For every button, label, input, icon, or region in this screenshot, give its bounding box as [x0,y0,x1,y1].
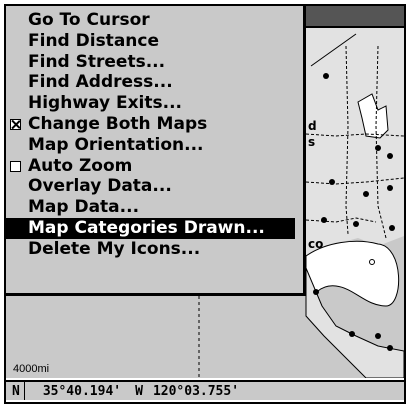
checkbox-checked-icon[interactable] [10,118,21,130]
menu-item-label: Map Categories Drawn... [28,217,265,238]
menu-item-find-address[interactable]: Find Address... [6,72,303,93]
menu-item-map-data[interactable]: Map Data... [6,197,303,218]
longitude-hemisphere: W [135,383,143,399]
position-status-bar: N 35°40.194' W 120°03.755' [6,380,404,400]
gps-screen: d s co 4000mi Go To Cursor Find Distance… [0,0,412,410]
map-title-bar [298,6,404,28]
menu-item-label: Highway Exits... [28,93,183,114]
menu-item-label: Map Orientation... [28,134,204,155]
menu-item-label: Delete My Icons... [28,238,201,259]
menu-item-map-categories-drawn[interactable]: Map Categories Drawn... [6,217,295,239]
menu-item-highway-exits[interactable]: Highway Exits... [6,93,303,114]
menu-item-change-both-maps[interactable]: Change Both Maps [6,114,303,135]
menu-item-auto-zoom[interactable]: Auto Zoom [6,156,303,177]
menu-item-label: Change Both Maps [28,113,208,134]
menu-item-label: Overlay Data... [28,176,172,197]
menu-item-label: Go To Cursor [28,10,150,30]
menu-item-label: Map Data... [28,197,140,218]
latitude-value: 35°40.194' [42,383,122,399]
gulf-water [305,240,400,308]
status-divider [23,382,25,400]
menu-item-overlay-data[interactable]: Overlay Data... [6,176,303,197]
map-text-co: co [308,237,323,251]
menu-item-find-distance[interactable]: Find Distance [6,31,303,52]
longitude-value: 120°03.755' [152,383,240,399]
menu-item-find-streets[interactable]: Find Streets... [6,52,303,73]
menu-item-go-to-cursor[interactable]: Go To Cursor [6,10,303,31]
map-text-s: s [308,135,315,149]
map-popup-menu: Go To Cursor Find Distance Find Streets.… [6,6,306,296]
menu-item-label: Find Address... [28,72,173,93]
menu-item-label: Find Distance [28,30,159,51]
map-text-d: d [308,119,317,133]
menu-item-delete-my-icons[interactable]: Delete My Icons... [6,239,303,260]
menu-item-map-orientation[interactable]: Map Orientation... [6,135,303,156]
land-area [306,26,404,268]
latitude-hemisphere: N [12,383,20,399]
checkbox-unchecked-icon[interactable] [10,160,21,172]
menu-item-label: Auto Zoom [28,155,133,176]
menu-item-label: Find Streets... [28,51,166,72]
map-scale-label: 4000mi [13,363,50,375]
